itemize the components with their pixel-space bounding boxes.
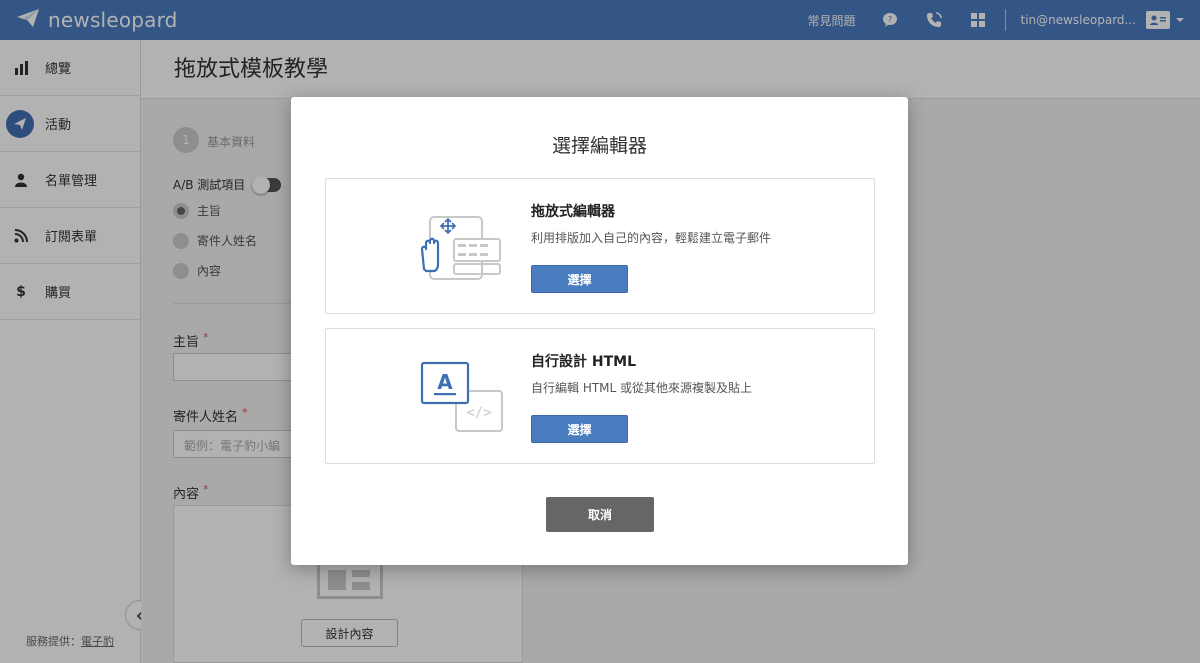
html-code-editor-icon: </> A <box>412 359 508 439</box>
drag-drop-editor-icon <box>412 209 508 289</box>
editor-select-modal: 選擇編輯器 拖放式編輯器 利用排版加入自己的內容，輕鬆建立電子郵件 選擇 </> <box>291 97 908 565</box>
option-title: 拖放式編輯器 <box>531 204 615 220</box>
cancel-button[interactable]: 取消 <box>546 497 654 532</box>
option-card-custom-html[interactable]: </> A 自行設計 HTML 自行編輯 HTML 或從其他來源複製及貼上 選擇 <box>325 328 875 464</box>
option-title: 自行設計 HTML <box>531 354 636 370</box>
select-drag-drop-button[interactable]: 選擇 <box>531 265 628 293</box>
modal-title: 選擇編輯器 <box>551 135 647 157</box>
option-card-drag-drop[interactable]: 拖放式編輯器 利用排版加入自己的內容，輕鬆建立電子郵件 選擇 <box>325 178 875 314</box>
svg-text:A: A <box>437 370 453 394</box>
svg-text:</>: </> <box>466 405 491 421</box>
option-description: 利用排版加入自己的內容，輕鬆建立電子郵件 <box>531 231 772 245</box>
option-description: 自行編輯 HTML 或從其他來源複製及貼上 <box>531 381 753 395</box>
select-custom-html-button[interactable]: 選擇 <box>531 415 628 443</box>
